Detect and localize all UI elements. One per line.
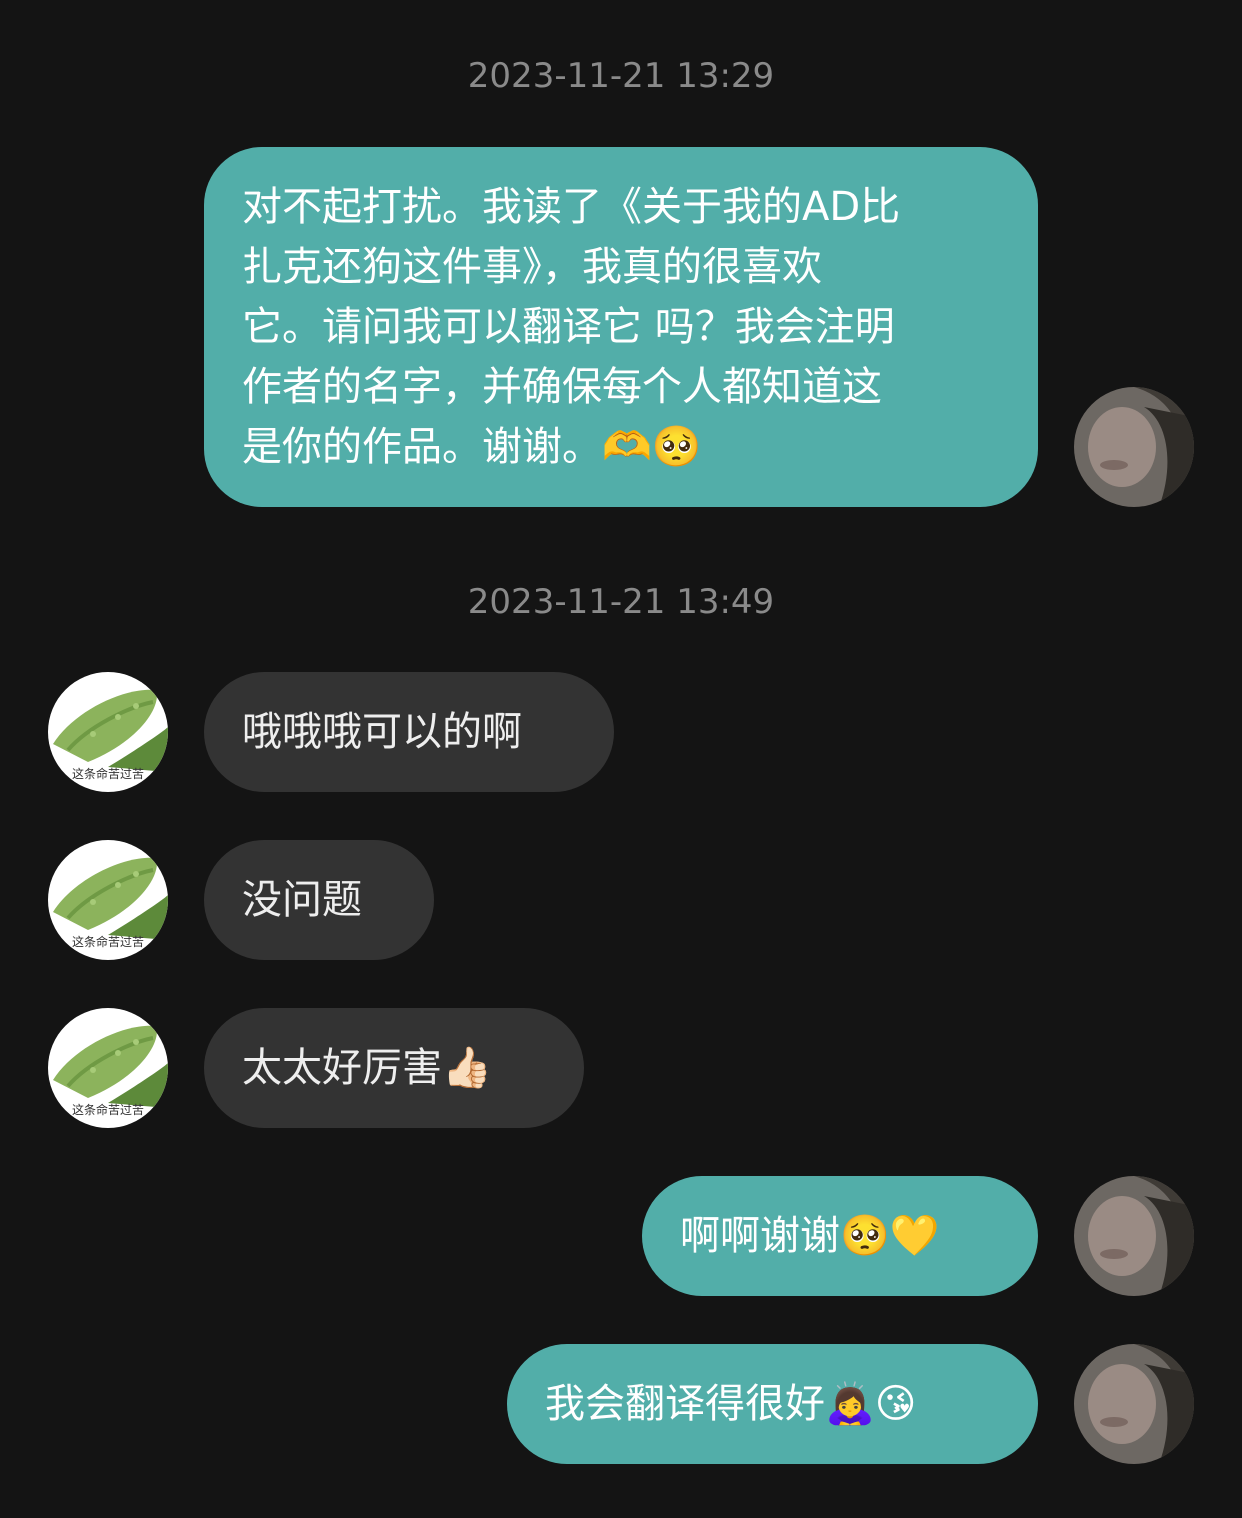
- message-bubble-sent[interactable]: 啊啊谢谢🥺💛: [642, 1176, 1038, 1296]
- my-avatar-photo: [1074, 1344, 1194, 1464]
- contact-avatar[interactable]: 这条命苦过苦: [48, 840, 168, 960]
- avatar-caption: 这条命苦过苦: [72, 766, 144, 781]
- message-bubble-sent[interactable]: 对不起打扰。我读了《关于我的AD比 扎克还狗这件事》，我真的很喜欢 它。请问我可…: [204, 147, 1038, 507]
- message-bubble-received[interactable]: 哦哦哦可以的啊: [204, 672, 614, 792]
- bitter-melon-avatar-image: 这条命苦过苦: [48, 840, 168, 960]
- message-text: 啊啊谢谢🥺💛: [680, 1213, 940, 1259]
- avatar-caption: 这条命苦过苦: [72, 934, 144, 949]
- message-text: 哦哦哦可以的啊: [242, 709, 522, 755]
- my-avatar-photo: [1074, 1176, 1194, 1296]
- contact-avatar[interactable]: 这条命苦过苦: [48, 1008, 168, 1128]
- message-bubble-received[interactable]: 没问题: [204, 840, 434, 960]
- contact-avatar[interactable]: 这条命苦过苦: [48, 672, 168, 792]
- message-bubble-sent[interactable]: 我会翻译得很好🙇‍♀️😘: [507, 1344, 1038, 1464]
- my-avatar-photo: [1074, 387, 1194, 507]
- timestamp: 2023-11-21 13:29: [467, 56, 775, 96]
- message-line: 扎克还狗这件事》，我真的很喜欢: [242, 244, 822, 290]
- message-bubble-received[interactable]: 太太好厉害👍🏻: [204, 1008, 584, 1128]
- message-text: 我会翻译得很好🙇‍♀️😘: [545, 1381, 917, 1427]
- avatar-caption: 这条命苦过苦: [72, 1102, 144, 1117]
- message-line: 是你的作品。谢谢。🫶🥺: [242, 424, 702, 470]
- bitter-melon-avatar-image: 这条命苦过苦: [48, 672, 168, 792]
- my-avatar[interactable]: [1074, 1176, 1194, 1296]
- timestamp: 2023-11-21 13:49: [467, 582, 775, 622]
- message-text: 没问题: [242, 877, 362, 923]
- message-line: 作者的名字，并确保每个人都知道这: [242, 364, 882, 410]
- my-avatar[interactable]: [1074, 1344, 1194, 1464]
- message-line: 对不起打扰。我读了《关于我的AD比: [242, 184, 901, 230]
- bitter-melon-avatar-image: 这条命苦过苦: [48, 1008, 168, 1128]
- my-avatar[interactable]: [1074, 387, 1194, 507]
- message-line: 它。请问我可以翻译它 吗？我会注明: [242, 304, 895, 350]
- message-text: 太太好厉害👍🏻: [242, 1045, 492, 1091]
